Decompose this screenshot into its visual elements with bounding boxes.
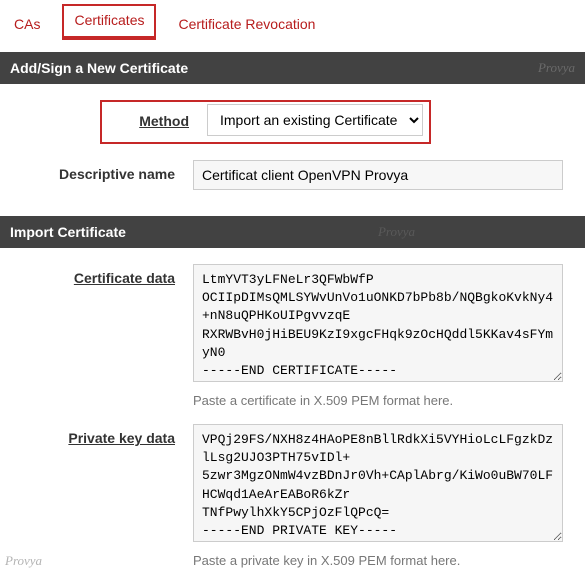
key-control-wrap: Provya Paste a private key in X.509 PEM … (193, 424, 575, 568)
tabs-bar: CAs Certificates Certificate Revocation (0, 0, 585, 40)
panel-add-sign-body: Method Import an existing Certificate De… (0, 84, 585, 204)
key-textarea[interactable] (193, 424, 563, 542)
name-label: Descriptive name (10, 160, 175, 182)
cert-control-wrap: Paste a certificate in X.509 PEM format … (193, 264, 575, 408)
key-help: Paste a private key in X.509 PEM format … (193, 553, 460, 568)
method-label: Method (104, 111, 189, 129)
tab-revocation[interactable]: Certificate Revocation (168, 10, 325, 40)
panel-add-sign-header: Add/Sign a New Certificate Provya (0, 52, 585, 84)
row-name: Descriptive name (0, 144, 585, 190)
tab-certificates[interactable]: Certificates (62, 4, 156, 40)
cert-label: Certificate data (10, 264, 175, 286)
watermark-icon: Provya (538, 60, 575, 76)
name-input[interactable] (193, 160, 563, 190)
panel-add-sign-title: Add/Sign a New Certificate (10, 60, 188, 76)
key-label: Private key data (10, 424, 175, 446)
method-select[interactable]: Import an existing Certificate (207, 104, 423, 136)
panel-import-header: Import Certificate Provya (0, 216, 585, 248)
method-highlight: Method Import an existing Certificate (100, 100, 431, 144)
key-help-wrap: Provya Paste a private key in X.509 PEM … (193, 553, 575, 568)
watermark-icon: Provya (378, 224, 415, 240)
tab-cas[interactable]: CAs (4, 10, 50, 40)
method-control-wrap: Import an existing Certificate (207, 104, 423, 136)
row-method: Method Import an existing Certificate (0, 84, 585, 144)
panel-import-title: Import Certificate (10, 224, 126, 240)
cert-textarea[interactable] (193, 264, 563, 382)
cert-help: Paste a certificate in X.509 PEM format … (193, 393, 575, 408)
row-cert: Certificate data Paste a certificate in … (0, 248, 585, 408)
name-control-wrap (193, 160, 575, 190)
panel-import-body: Certificate data Paste a certificate in … (0, 248, 585, 582)
row-key: Private key data Provya Paste a private … (0, 408, 585, 568)
